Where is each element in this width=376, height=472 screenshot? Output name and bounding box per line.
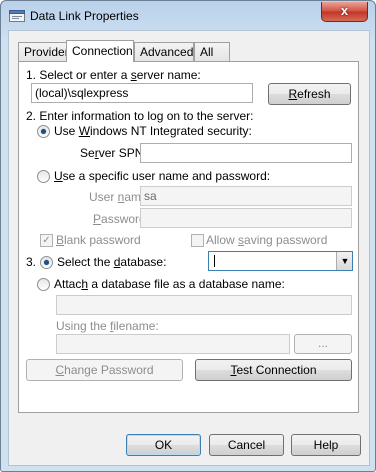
data-link-icon xyxy=(9,10,25,22)
tab-all[interactable]: All xyxy=(194,42,230,61)
text-caret xyxy=(214,255,215,267)
change-password-button[interactable]: Change Password xyxy=(26,359,183,381)
windows-nt-security-label: Use Windows NT Integrated security: xyxy=(54,124,252,138)
server-name-input[interactable]: (local)\sqlexpress xyxy=(31,83,253,103)
blank-password-label: Blank password xyxy=(56,233,141,247)
title-bar[interactable]: Data Link Properties x xyxy=(1,1,375,31)
blank-password-checkbox[interactable]: ✓ xyxy=(40,234,53,247)
dialog-client: Provider Connection Advanced All 1. Sele… xyxy=(8,30,370,466)
tab-label: Connection xyxy=(72,44,133,58)
checkmark-icon: ✓ xyxy=(42,235,51,246)
specific-user-label: Use a specific user name and password: xyxy=(54,169,271,183)
logon-info-label: 2. Enter information to log on to the se… xyxy=(26,109,254,123)
tab-connection[interactable]: Connection xyxy=(66,40,134,62)
user-name-input[interactable]: sa xyxy=(140,186,352,206)
tab-advanced[interactable]: Advanced xyxy=(134,42,194,61)
chevron-down-icon[interactable]: ▼ xyxy=(336,252,352,270)
step-3-number: 3. xyxy=(26,255,37,269)
windows-nt-security-radio[interactable] xyxy=(37,125,50,138)
filename-input[interactable] xyxy=(56,334,290,354)
close-icon: x xyxy=(340,3,349,18)
ok-button[interactable]: OK xyxy=(126,434,201,456)
refresh-button[interactable]: Refresh xyxy=(268,83,351,105)
server-spn-label: Server SPN: xyxy=(80,146,147,160)
cancel-button[interactable]: Cancel xyxy=(209,434,284,456)
window-title: Data Link Properties xyxy=(30,9,139,23)
server-spn-input[interactable] xyxy=(140,143,352,163)
tab-label: Provider xyxy=(24,45,69,59)
test-connection-button[interactable]: Test Connection xyxy=(195,359,352,381)
specific-user-radio[interactable] xyxy=(37,170,50,183)
tab-label: All xyxy=(200,45,214,59)
attach-database-label: Attach a database file as a database nam… xyxy=(54,277,285,291)
select-database-label: Select the database: xyxy=(57,255,167,269)
tab-label: Advanced xyxy=(140,45,194,59)
select-database-radio[interactable] xyxy=(40,256,53,269)
password-input[interactable] xyxy=(140,208,352,228)
using-filename-label: Using the filename: xyxy=(56,319,159,333)
help-button[interactable]: Help xyxy=(291,434,361,456)
tab-provider[interactable]: Provider xyxy=(18,42,69,61)
database-combobox[interactable]: ▼ xyxy=(208,251,353,271)
attach-database-radio[interactable] xyxy=(37,278,50,291)
browse-button[interactable]: ... xyxy=(294,334,352,354)
close-button[interactable]: x xyxy=(321,2,368,22)
server-name-label: 1. Select or enter a server name: xyxy=(26,68,201,82)
allow-saving-password-checkbox[interactable] xyxy=(191,234,204,247)
dialog-window: Data Link Properties x Provider Connecti… xyxy=(0,0,376,472)
connection-panel: 1. Select or enter a server name: (local… xyxy=(18,61,359,413)
attach-database-input[interactable] xyxy=(56,295,352,315)
allow-saving-password-label: Allow saving password xyxy=(206,233,328,247)
